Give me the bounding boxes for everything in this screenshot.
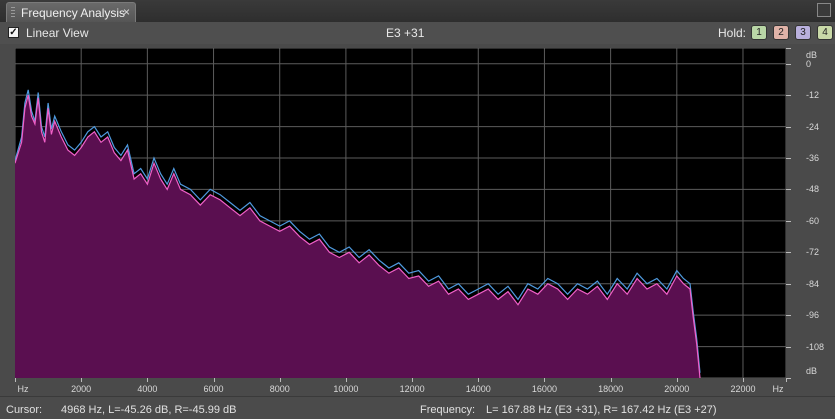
hz-tick-label: 10000 — [333, 384, 359, 394]
hz-tick-mark — [279, 378, 281, 382]
hold-label: Hold: — [718, 26, 747, 40]
db-tick-label: dB — [806, 366, 818, 376]
db-tick-label: -108 — [806, 341, 825, 352]
db-tick-mark — [786, 158, 791, 159]
hz-tick-label: 4000 — [137, 384, 158, 394]
db-tick-mark — [786, 95, 791, 97]
spectrum-fill — [15, 95, 700, 378]
db-tick-mark — [786, 126, 791, 128]
db-tick-label: -72 — [806, 247, 820, 258]
hz-tick-mark — [544, 378, 546, 382]
hz-tick-mark — [610, 378, 612, 382]
close-icon[interactable]: × — [123, 5, 130, 19]
hold-button-2[interactable]: 2 — [773, 25, 789, 40]
hz-tick-mark — [15, 378, 16, 382]
hold-button-4[interactable]: 4 — [817, 25, 833, 40]
db-tick-label: -48 — [806, 184, 820, 195]
pitch-readout: E3 +31 — [386, 26, 425, 40]
hz-tick-mark — [81, 378, 83, 382]
hz-tick-mark — [478, 378, 480, 382]
frequency-label: Frequency: — [420, 404, 476, 416]
db-tick-label: -36 — [806, 153, 820, 163]
tab-title: Frequency Analysis — [21, 6, 126, 20]
toolbar: ✓ Linear View E3 +31 Hold: 1 2 3 4 — [0, 22, 835, 44]
linear-view-label: Linear View — [26, 26, 89, 40]
frequency-axis: Hz 2000 4000 6000 8000 10000 12000 14000 16000 18… — [15, 378, 787, 396]
status-bar: Cursor: 4968 Hz, L=-45.26 dB, R=-45.99 d… — [0, 396, 835, 419]
hold-button-3[interactable]: 3 — [795, 25, 811, 40]
hz-tick-label: 20000 — [664, 384, 690, 394]
hz-tick-mark — [213, 378, 215, 382]
hz-tick-label: Hz — [17, 384, 29, 394]
db-tick-mark — [786, 63, 791, 65]
db-tick-mark — [786, 252, 791, 254]
spectrum-plot[interactable] — [15, 48, 786, 378]
hz-tick-label: 22000 — [730, 384, 756, 394]
hz-tick-mark — [345, 378, 347, 382]
cursor-readout: 4968 Hz, L=-45.26 dB, R=-45.99 dB — [61, 404, 237, 416]
hz-tick-label: 6000 — [203, 384, 224, 394]
hz-tick-label: 2000 — [71, 384, 92, 394]
db-tick-label: -24 — [806, 121, 820, 132]
db-tick-mark — [786, 48, 791, 49]
hz-tick-label: 18000 — [598, 384, 624, 394]
hz-tick-label: 14000 — [465, 384, 491, 394]
db-tick-mark — [786, 189, 791, 191]
drag-grip-icon[interactable] — [11, 7, 15, 19]
hz-tick-label: 16000 — [531, 384, 557, 394]
hz-tick-mark — [676, 378, 678, 382]
hz-tick-label: Hz — [772, 384, 784, 394]
db-tick-label: -60 — [806, 215, 820, 226]
panel-titlebar: Frequency Analysis × — [0, 0, 835, 23]
tab-frequency-analysis[interactable]: Frequency Analysis × — [6, 2, 136, 22]
frequency-readout: L= 167.88 Hz (E3 +31), R= 167.42 Hz (E3 … — [486, 404, 717, 416]
hz-tick-mark — [147, 378, 149, 382]
panel-menu-button[interactable] — [817, 3, 831, 17]
db-tick-label: 0 — [806, 58, 812, 69]
db-tick-mark — [786, 283, 791, 285]
hold-button-1[interactable]: 1 — [751, 25, 767, 40]
hz-tick-mark — [742, 378, 744, 382]
db-axis: dB 0 -12 -24 -36 -48 -60 -72 -84 -96 -108 dB — [786, 48, 835, 379]
db-tick-mark — [786, 315, 791, 317]
cursor-label: Cursor: — [6, 404, 43, 416]
db-tick-label: -12 — [806, 90, 820, 101]
hz-tick-label: 12000 — [399, 384, 425, 394]
hz-tick-mark — [412, 378, 414, 382]
db-tick-label: -96 — [806, 310, 820, 321]
db-tick-mark — [786, 346, 791, 348]
db-tick-label: -84 — [806, 278, 820, 289]
linear-view-checkbox[interactable]: ✓ — [8, 27, 19, 38]
hz-tick-label: 8000 — [269, 384, 290, 394]
hz-tick-mark — [786, 378, 787, 382]
db-tick-mark — [786, 220, 791, 222]
